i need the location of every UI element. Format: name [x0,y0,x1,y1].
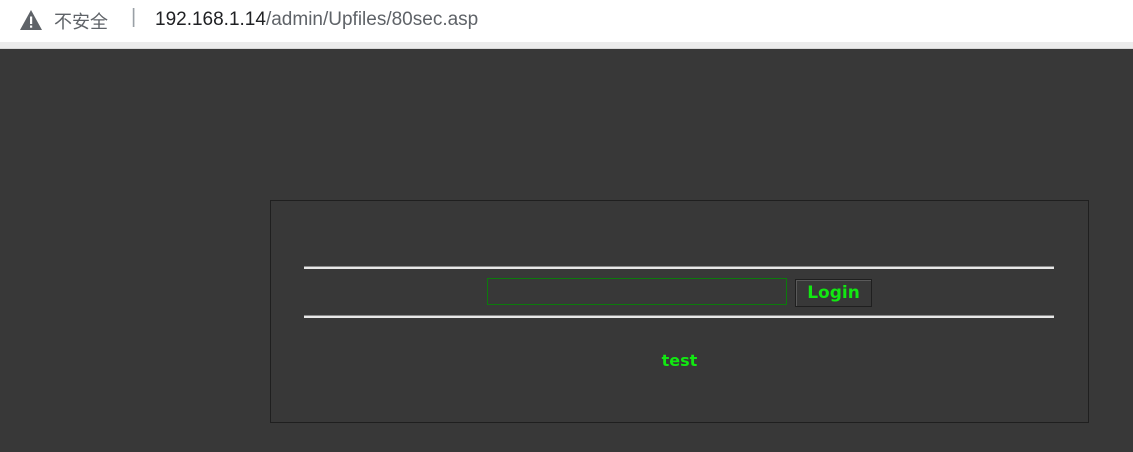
address-separator: | [131,6,137,28]
toolbar-divider [0,42,1133,49]
browser-address-bar: 不安全 | 192.168.1.14/admin/Upfiles/80sec.a… [0,0,1133,42]
security-status-label[interactable]: 不安全 [54,8,108,34]
url-path: /admin/Upfiles/80sec.asp [265,9,479,30]
login-panel: Login test [270,200,1089,423]
password-input[interactable] [487,278,787,305]
warning-triangle-icon[interactable] [19,9,43,31]
footer-text: test [661,351,698,370]
url-field[interactable]: 192.168.1.14/admin/Upfiles/80sec.asp [155,9,478,31]
bottom-horizontal-rule [304,315,1054,318]
login-button[interactable]: Login [795,279,872,307]
top-horizontal-rule [304,266,1054,269]
url-host: 192.168.1.14 [155,9,266,30]
